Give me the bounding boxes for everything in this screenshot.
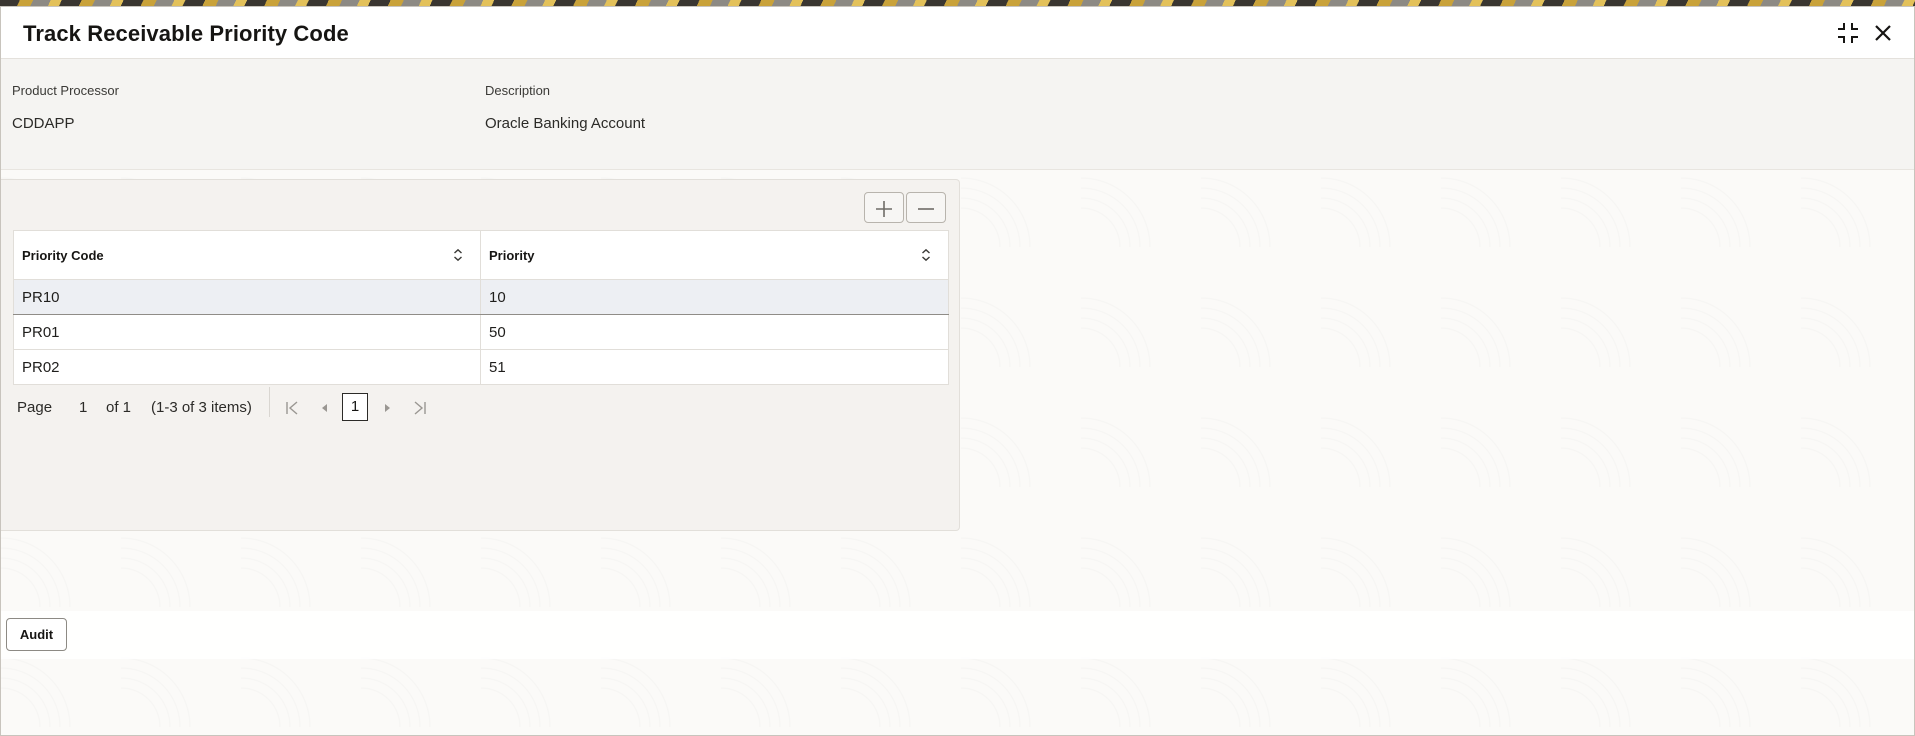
sort-icon[interactable] <box>920 248 932 262</box>
page-label: Page <box>17 399 53 416</box>
page-input[interactable]: 1 <box>79 399 87 416</box>
table-row[interactable]: PR10 10 <box>13 279 949 315</box>
compress-icon <box>1838 23 1858 43</box>
product-processor-value: CDDAPP <box>12 115 75 132</box>
close-icon <box>1875 25 1891 41</box>
column-header-label: Priority Code <box>22 247 104 263</box>
priority-cell[interactable]: 10 <box>480 279 949 315</box>
prev-page-icon[interactable] <box>316 399 334 417</box>
minus-icon <box>918 208 934 210</box>
items-range-label: (1-3 of 3 items) <box>151 399 252 416</box>
info-panel: Product Processor CDDAPP Description Ora… <box>1 59 1914 170</box>
product-processor-label: Product Processor <box>12 83 119 98</box>
priority-code-cell[interactable]: PR01 <box>13 314 481 350</box>
current-page-button[interactable]: 1 <box>342 393 368 421</box>
footer <box>1 611 1914 659</box>
table-header-row: Priority Code Priority <box>13 230 949 280</box>
next-page-icon[interactable] <box>378 399 396 417</box>
sort-icon[interactable] <box>452 248 464 262</box>
column-header-priority-code[interactable]: Priority Code <box>13 230 481 280</box>
priority-grid-card: Priority Code Priority PR10 10 PR01 50 P… <box>1 179 960 531</box>
remove-row-button[interactable] <box>906 192 946 223</box>
track-receivable-priority-code-dialog: Track Receivable Priority Code Product P… <box>0 6 1915 736</box>
priority-cell[interactable]: 50 <box>480 314 949 350</box>
first-page-icon[interactable] <box>283 399 301 417</box>
priority-table: Priority Code Priority PR10 10 PR01 50 P… <box>13 230 949 385</box>
dialog-title: Track Receivable Priority Code <box>23 21 349 46</box>
column-header-priority[interactable]: Priority <box>480 230 949 280</box>
last-page-icon[interactable] <box>411 399 429 417</box>
priority-cell[interactable]: 51 <box>480 349 949 385</box>
pager-divider <box>269 387 270 417</box>
audit-button[interactable]: Audit <box>6 618 67 651</box>
dialog-header: Track Receivable Priority Code <box>1 7 1914 59</box>
close-button[interactable] <box>1869 19 1897 47</box>
description-label: Description <box>485 83 551 98</box>
column-header-label: Priority <box>489 247 535 263</box>
priority-code-cell[interactable]: PR02 <box>13 349 481 385</box>
restore-button[interactable] <box>1834 19 1862 47</box>
priority-code-cell[interactable]: PR10 <box>13 279 481 315</box>
add-row-button[interactable] <box>864 192 904 223</box>
table-row[interactable]: PR01 50 <box>13 314 949 350</box>
plus-icon <box>876 201 892 217</box>
description-value: Oracle Banking Account <box>485 115 646 132</box>
table-row[interactable]: PR02 51 <box>13 349 949 385</box>
page-total-label: of 1 <box>106 399 132 416</box>
